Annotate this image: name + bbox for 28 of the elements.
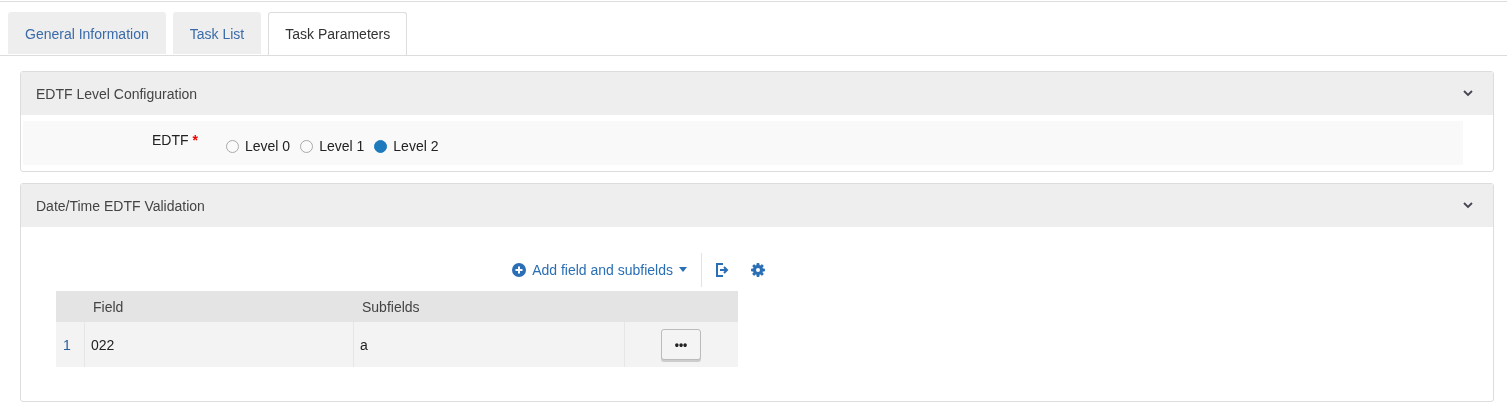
radio-option[interactable]: Level 2 bbox=[374, 138, 439, 154]
radio-option[interactable]: Level 0 bbox=[226, 138, 291, 154]
header-cell bbox=[56, 291, 84, 322]
caret-icon bbox=[679, 267, 687, 272]
plus-circle-icon bbox=[512, 262, 527, 277]
radio-button[interactable] bbox=[374, 139, 388, 153]
chevron-icon[interactable] bbox=[1463, 89, 1473, 98]
column-header: Field bbox=[84, 291, 353, 322]
section-title: Date/Time EDTF Validation bbox=[36, 197, 205, 214]
more-button[interactable]: ••• bbox=[661, 329, 701, 360]
radio-button[interactable] bbox=[300, 139, 314, 153]
field-label: EDTF * bbox=[151, 131, 198, 148]
tab[interactable]: General Information bbox=[8, 12, 166, 54]
export-icon[interactable] bbox=[714, 261, 730, 278]
tab[interactable]: Task List bbox=[172, 12, 262, 54]
settings-icon[interactable] bbox=[750, 261, 766, 278]
radio-button[interactable] bbox=[226, 139, 239, 153]
table-cell: 022 bbox=[84, 322, 353, 367]
row-number: 1 bbox=[56, 322, 84, 367]
section-title: EDTF Level Configuration bbox=[36, 85, 198, 102]
tab[interactable]: Task Parameters bbox=[268, 12, 408, 55]
chevron-icon[interactable] bbox=[1463, 201, 1473, 210]
add-field-button[interactable]: Add field and subfields bbox=[512, 261, 701, 278]
section-header[interactable]: Date/Time EDTF Validation bbox=[21, 184, 1493, 227]
table-cell: a bbox=[353, 322, 624, 367]
radio-option[interactable]: Level 1 bbox=[300, 138, 365, 154]
section-header[interactable]: EDTF Level Configuration bbox=[21, 72, 1493, 115]
column-header: Subfields bbox=[353, 291, 624, 322]
